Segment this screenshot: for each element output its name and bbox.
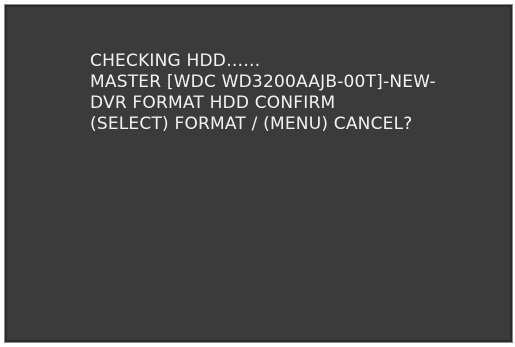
hdd-format-prompt: CHECKING HDD…… MASTER [WDC WD3200AAJB-00… <box>90 51 436 135</box>
dvr-screen: CHECKING HDD…… MASTER [WDC WD3200AAJB-00… <box>5 5 512 342</box>
format-confirm-message: DVR FORMAT HDD CONFIRM <box>90 93 336 113</box>
select-menu-instruction: (SELECT) FORMAT / (MENU) CANCEL? <box>90 114 413 134</box>
master-drive-message: MASTER [WDC WD3200AAJB-00T]-NEW- <box>90 72 436 92</box>
checking-hdd-message: CHECKING HDD…… <box>90 51 261 71</box>
